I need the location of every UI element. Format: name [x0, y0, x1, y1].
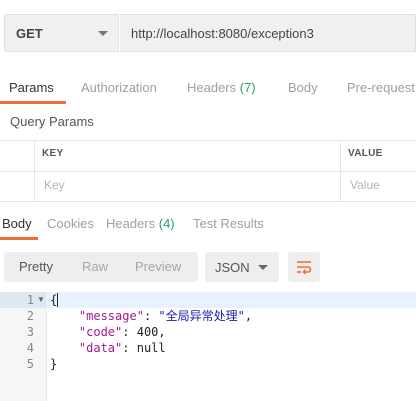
json-key: "data": [78, 341, 123, 355]
code-line: "data": null: [50, 340, 166, 356]
wrap-lines-button[interactable]: [288, 252, 320, 282]
headers-count: (7): [239, 80, 256, 95]
line-number: 5: [26, 357, 34, 371]
json-value: "全局异常处理": [158, 309, 245, 323]
url-text: http://localhost:8080/exception3: [131, 25, 314, 41]
active-tab-indicator: [0, 101, 66, 104]
tab-body[interactable]: Body: [288, 74, 318, 104]
value-input[interactable]: Value: [350, 178, 380, 192]
tab-label: Cookies: [47, 216, 94, 231]
tab-label: Headers: [106, 216, 159, 231]
json-separator: :: [143, 309, 159, 323]
key-input[interactable]: Key: [44, 178, 65, 192]
active-tab-indicator: [0, 237, 38, 240]
tab-params[interactable]: Params: [9, 74, 54, 104]
response-body-editor[interactable]: 1 ▼ 2 3 4 5 { "message": "全局异常处理", "code…: [0, 292, 416, 401]
tab-label: Pre-request: [347, 80, 415, 95]
line-number: 3: [26, 325, 34, 339]
tab-label: Body: [288, 80, 318, 95]
pretty-button[interactable]: Pretty: [19, 259, 53, 274]
text-cursor: [57, 293, 58, 307]
view-mode-toggle: Pretty Raw Preview: [4, 252, 198, 282]
method-label: GET: [16, 25, 43, 41]
request-tabs: Params Authorization Headers (7) Body Pr…: [0, 74, 416, 104]
column-header-value: VALUE: [348, 148, 383, 159]
json-comma: ,: [158, 325, 166, 339]
line-number: 1: [26, 293, 34, 307]
column-header-key: KEY: [42, 148, 64, 159]
code-line: }: [50, 356, 57, 372]
json-value: 400: [136, 325, 159, 339]
tab-response-headers[interactable]: Headers (4): [106, 210, 175, 240]
tab-cookies[interactable]: Cookies: [47, 210, 94, 240]
tab-response-body[interactable]: Body: [2, 210, 32, 240]
method-select[interactable]: GET: [4, 14, 119, 52]
json-separator: :: [122, 325, 137, 339]
column-divider: [34, 140, 35, 202]
format-label: JSON: [215, 259, 250, 275]
tab-label: Test Results: [193, 216, 264, 231]
query-params-title: Query Params: [10, 114, 94, 129]
tab-authorization[interactable]: Authorization: [81, 74, 157, 104]
tab-headers[interactable]: Headers (7): [187, 74, 256, 104]
tab-label: Params: [9, 80, 54, 95]
code-line: "message": "全局异常处理",: [50, 308, 252, 324]
json-value: null: [136, 341, 166, 355]
json-separator: :: [122, 341, 137, 355]
wrap-lines-icon: [297, 261, 312, 274]
url-input[interactable]: http://localhost:8080/exception3: [120, 14, 416, 52]
response-tabs: Body Cookies Headers (4) Test Results: [0, 210, 416, 240]
line-number: 4: [26, 341, 34, 355]
json-brace: }: [50, 357, 58, 371]
headers-count: (4): [158, 216, 175, 231]
tab-pre-request[interactable]: Pre-request: [347, 74, 415, 104]
tab-test-results[interactable]: Test Results: [193, 210, 264, 240]
tab-label: Body: [2, 216, 32, 231]
active-line-highlight: [46, 292, 416, 308]
preview-button[interactable]: Preview: [135, 259, 181, 274]
column-divider: [340, 140, 341, 202]
tab-label: Headers: [187, 80, 240, 95]
chevron-down-icon: [258, 264, 268, 270]
raw-button[interactable]: Raw: [82, 259, 108, 274]
json-key: "code": [78, 325, 123, 339]
tab-label: Authorization: [81, 80, 157, 95]
json-comma: ,: [244, 309, 253, 323]
params-table: KEY VALUE Key Value: [0, 140, 416, 202]
line-number: 2: [26, 309, 34, 323]
chevron-down-icon: [98, 30, 108, 36]
fold-arrow-icon[interactable]: ▼: [37, 292, 45, 308]
json-key: "message": [78, 309, 144, 323]
code-line: "code": 400,: [50, 324, 166, 340]
format-select[interactable]: JSON: [205, 252, 279, 282]
